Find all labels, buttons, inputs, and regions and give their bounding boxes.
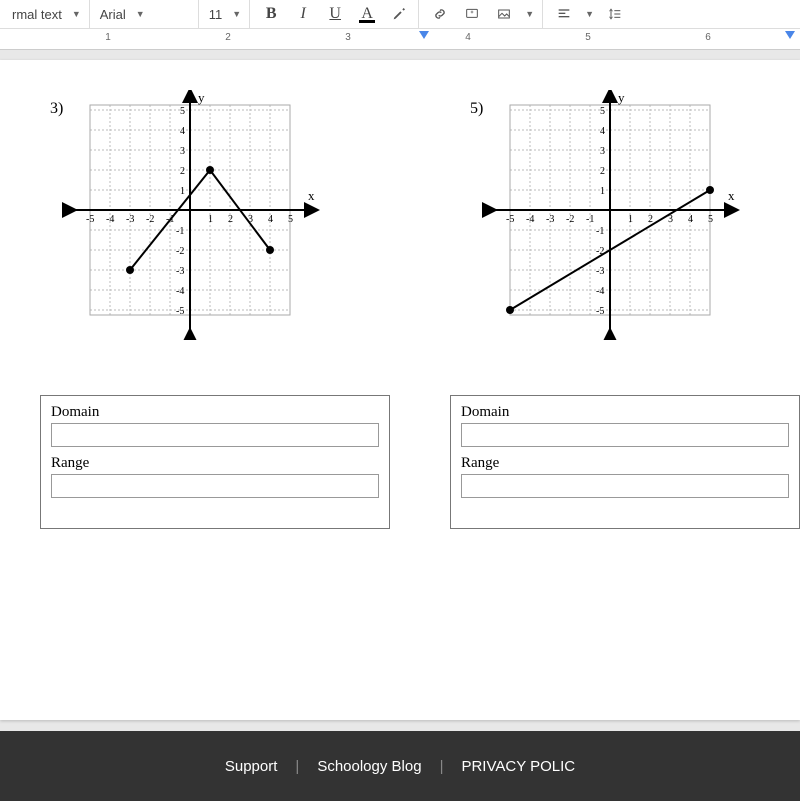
svg-text:-4: -4 [176, 286, 184, 297]
ruler-number: 6 [705, 32, 711, 43]
ruler-number: 4 [465, 32, 471, 43]
line-spacing-icon[interactable] [604, 3, 626, 25]
range-input[interactable] [461, 474, 789, 498]
svg-text:5: 5 [180, 106, 185, 117]
svg-text:-2: -2 [146, 214, 154, 225]
svg-text:-3: -3 [596, 266, 604, 277]
svg-text:-3: -3 [126, 214, 134, 225]
x-axis-label: x [728, 188, 735, 203]
svg-text:2: 2 [228, 214, 233, 225]
svg-text:-4: -4 [596, 286, 604, 297]
coordinate-grid: -5-4-3 -2-1 123 45 543 21 -1-2-3 -4-5 y … [50, 90, 325, 340]
y-axis-label: y [618, 90, 625, 105]
svg-text:4: 4 [688, 214, 693, 225]
svg-text:1: 1 [628, 214, 633, 225]
svg-text:1: 1 [208, 214, 213, 225]
svg-text:4: 4 [180, 126, 185, 137]
chevron-down-icon: ▼ [72, 9, 81, 19]
y-axis-label: y [198, 90, 205, 105]
font-size-label: 11 [209, 7, 223, 22]
svg-text:-2: -2 [566, 214, 574, 225]
svg-text:1: 1 [180, 186, 185, 197]
domain-input[interactable] [51, 423, 379, 447]
document-page[interactable]: 3) [0, 60, 800, 720]
italic-button[interactable]: I [292, 3, 314, 25]
footer-privacy-link[interactable]: PRIVACY POLIC [461, 758, 575, 775]
range-label: Range [51, 455, 379, 472]
svg-text:-1: -1 [176, 226, 184, 237]
bold-button[interactable]: B [260, 3, 282, 25]
ruler-number: 5 [585, 32, 591, 43]
svg-text:2: 2 [600, 166, 605, 177]
formatting-toolbar: rmal text ▼ Arial ▼ 11 ▼ B I U A ▼ ▼ [0, 0, 800, 29]
svg-text:-4: -4 [526, 214, 534, 225]
chevron-down-icon: ▼ [232, 9, 241, 19]
svg-text:-4: -4 [106, 214, 114, 225]
svg-text:-5: -5 [596, 306, 604, 317]
svg-text:5: 5 [600, 106, 605, 117]
insert-group: ▼ [421, 0, 543, 28]
chevron-down-icon: ▼ [525, 9, 534, 19]
separator: | [295, 758, 299, 775]
ruler-number: 2 [225, 32, 231, 43]
svg-text:-1: -1 [586, 214, 594, 225]
svg-text:4: 4 [600, 126, 605, 137]
image-icon[interactable] [493, 3, 515, 25]
svg-text:-2: -2 [176, 246, 184, 257]
svg-text:-3: -3 [176, 266, 184, 277]
paragraph-style-label: rmal text [12, 7, 62, 22]
svg-text:4: 4 [268, 214, 273, 225]
separator: | [440, 758, 444, 775]
footer-blog-link[interactable]: Schoology Blog [317, 758, 421, 775]
font-size-selector[interactable]: 11 ▼ [201, 0, 250, 28]
align-group: ▼ [545, 0, 634, 28]
range-input[interactable] [51, 474, 379, 498]
chevron-down-icon: ▼ [585, 9, 594, 19]
svg-text:-5: -5 [176, 306, 184, 317]
page-footer: Support | Schoology Blog | PRIVACY POLIC [0, 731, 800, 801]
paragraph-style-selector[interactable]: rmal text ▼ [4, 0, 90, 28]
domain-input[interactable] [461, 423, 789, 447]
link-icon[interactable] [429, 3, 451, 25]
indent-marker-icon[interactable] [419, 31, 429, 39]
domain-label: Domain [461, 404, 789, 421]
text-color-button[interactable]: A [356, 3, 378, 25]
align-icon[interactable] [553, 3, 575, 25]
svg-text:-3: -3 [546, 214, 554, 225]
domain-range-table-5: Domain Range [450, 395, 800, 529]
graph-5: 5) -5 -4 -3 [470, 90, 745, 340]
x-axis-label: x [308, 188, 315, 203]
font-label: Arial [100, 7, 126, 22]
ruler-number: 3 [345, 32, 351, 43]
underline-button[interactable]: U [324, 3, 346, 25]
highlight-button[interactable] [388, 3, 410, 25]
svg-text:2: 2 [648, 214, 653, 225]
text-format-group: B I U A [252, 0, 419, 28]
right-indent-marker-icon[interactable] [785, 31, 795, 39]
range-label: Range [461, 455, 789, 472]
horizontal-ruler[interactable]: 1 2 3 4 5 6 [0, 29, 800, 50]
font-selector[interactable]: Arial ▼ [92, 0, 199, 28]
svg-text:-5: -5 [86, 214, 94, 225]
chevron-down-icon: ▼ [136, 9, 145, 19]
ruler-number: 1 [105, 32, 111, 43]
svg-text:3: 3 [180, 146, 185, 157]
graph-number-label: 5) [470, 100, 483, 118]
coordinate-grid: -5-4-3 -2-1 123 45 543 21 -1-2-3 -4-5 y … [470, 90, 745, 340]
comment-icon[interactable] [461, 3, 483, 25]
svg-text:2: 2 [180, 166, 185, 177]
footer-support-link[interactable]: Support [225, 758, 278, 775]
svg-text:5: 5 [288, 214, 293, 225]
svg-text:3: 3 [600, 146, 605, 157]
domain-label: Domain [51, 404, 379, 421]
svg-text:5: 5 [708, 214, 713, 225]
graph-3: 3) [50, 90, 325, 340]
domain-range-table-3: Domain Range [40, 395, 390, 529]
svg-text:-5: -5 [506, 214, 514, 225]
svg-text:1: 1 [600, 186, 605, 197]
svg-text:-1: -1 [596, 226, 604, 237]
graph-number-label: 3) [50, 100, 63, 118]
